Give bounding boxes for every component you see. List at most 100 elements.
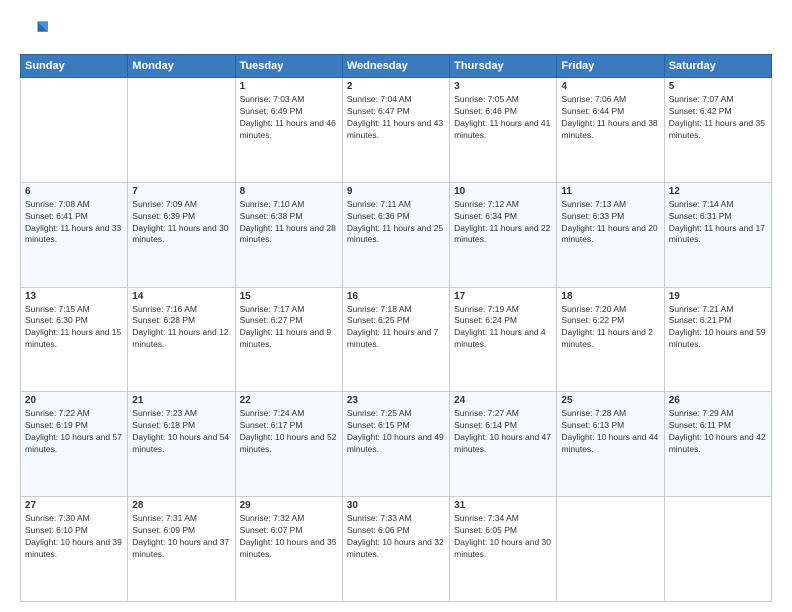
day-number: 22 (240, 395, 338, 406)
day-number: 1 (240, 81, 338, 92)
calendar-cell: 21 Sunrise: 7:23 AM Sunset: 6:18 PM Dayli… (128, 392, 235, 497)
calendar-cell: 24 Sunrise: 7:27 AM Sunset: 6:14 PM Dayli… (450, 392, 557, 497)
day-info: Sunrise: 7:34 AM Sunset: 6:05 PM Dayligh… (454, 513, 552, 561)
calendar-cell (664, 497, 771, 602)
calendar-cell: 31 Sunrise: 7:34 AM Sunset: 6:05 PM Dayli… (450, 497, 557, 602)
day-info: Sunrise: 7:21 AM Sunset: 6:21 PM Dayligh… (669, 304, 767, 352)
calendar-cell: 17 Sunrise: 7:19 AM Sunset: 6:24 PM Dayli… (450, 287, 557, 392)
day-number: 16 (347, 291, 445, 302)
calendar-week-5: 27 Sunrise: 7:30 AM Sunset: 6:10 PM Dayli… (21, 497, 772, 602)
calendar-cell: 4 Sunrise: 7:06 AM Sunset: 6:44 PM Daylig… (557, 78, 664, 183)
logo-icon (20, 16, 48, 44)
calendar-week-1: 1 Sunrise: 7:03 AM Sunset: 6:49 PM Daylig… (21, 78, 772, 183)
day-number: 28 (132, 500, 230, 511)
day-info: Sunrise: 7:03 AM Sunset: 6:49 PM Dayligh… (240, 94, 338, 142)
weekday-header-saturday: Saturday (664, 55, 771, 78)
day-info: Sunrise: 7:14 AM Sunset: 6:31 PM Dayligh… (669, 199, 767, 247)
calendar-cell: 20 Sunrise: 7:22 AM Sunset: 6:19 PM Dayli… (21, 392, 128, 497)
day-number: 4 (561, 81, 659, 92)
day-info: Sunrise: 7:16 AM Sunset: 6:28 PM Dayligh… (132, 304, 230, 352)
day-info: Sunrise: 7:13 AM Sunset: 6:33 PM Dayligh… (561, 199, 659, 247)
day-number: 21 (132, 395, 230, 406)
calendar-cell (128, 78, 235, 183)
day-info: Sunrise: 7:29 AM Sunset: 6:11 PM Dayligh… (669, 408, 767, 456)
calendar-cell: 19 Sunrise: 7:21 AM Sunset: 6:21 PM Dayli… (664, 287, 771, 392)
day-number: 13 (25, 291, 123, 302)
calendar-cell: 15 Sunrise: 7:17 AM Sunset: 6:27 PM Dayli… (235, 287, 342, 392)
day-info: Sunrise: 7:09 AM Sunset: 6:39 PM Dayligh… (132, 199, 230, 247)
calendar-cell (557, 497, 664, 602)
day-info: Sunrise: 7:27 AM Sunset: 6:14 PM Dayligh… (454, 408, 552, 456)
day-info: Sunrise: 7:24 AM Sunset: 6:17 PM Dayligh… (240, 408, 338, 456)
day-info: Sunrise: 7:18 AM Sunset: 6:25 PM Dayligh… (347, 304, 445, 352)
calendar-cell: 16 Sunrise: 7:18 AM Sunset: 6:25 PM Dayli… (342, 287, 449, 392)
day-info: Sunrise: 7:19 AM Sunset: 6:24 PM Dayligh… (454, 304, 552, 352)
day-info: Sunrise: 7:04 AM Sunset: 6:47 PM Dayligh… (347, 94, 445, 142)
calendar-cell: 13 Sunrise: 7:15 AM Sunset: 6:30 PM Dayli… (21, 287, 128, 392)
calendar-cell: 14Sunrise: 7:16 AM Sunset: 6:28 PM Dayli… (128, 287, 235, 392)
calendar-cell: 28 Sunrise: 7:31 AM Sunset: 6:09 PM Dayli… (128, 497, 235, 602)
calendar-table: SundayMondayTuesdayWednesdayThursdayFrid… (20, 54, 772, 602)
day-info: Sunrise: 7:23 AM Sunset: 6:18 PM Dayligh… (132, 408, 230, 456)
calendar-cell: 25Sunrise: 7:28 AM Sunset: 6:13 PM Dayli… (557, 392, 664, 497)
day-number: 24 (454, 395, 552, 406)
day-number: 11 (561, 186, 659, 197)
day-number: 12 (669, 186, 767, 197)
day-info: Sunrise: 7:05 AM Sunset: 6:46 PM Dayligh… (454, 94, 552, 142)
calendar-cell: 27 Sunrise: 7:30 AM Sunset: 6:10 PM Dayli… (21, 497, 128, 602)
calendar-cell: 29Sunrise: 7:32 AM Sunset: 6:07 PM Dayli… (235, 497, 342, 602)
calendar-cell: 2 Sunrise: 7:04 AM Sunset: 6:47 PM Daylig… (342, 78, 449, 183)
day-number: 15 (240, 291, 338, 302)
day-number: 2 (347, 81, 445, 92)
day-number: 18 (561, 291, 659, 302)
day-number: 31 (454, 500, 552, 511)
calendar-header-row: SundayMondayTuesdayWednesdayThursdayFrid… (21, 55, 772, 78)
day-info: Sunrise: 7:25 AM Sunset: 6:15 PM Dayligh… (347, 408, 445, 456)
day-number: 25 (561, 395, 659, 406)
calendar-cell: 10Sunrise: 7:12 AM Sunset: 6:34 PM Dayli… (450, 182, 557, 287)
day-info: Sunrise: 7:06 AM Sunset: 6:44 PM Dayligh… (561, 94, 659, 142)
day-number: 3 (454, 81, 552, 92)
day-info: Sunrise: 7:33 AM Sunset: 6:06 PM Dayligh… (347, 513, 445, 561)
day-number: 19 (669, 291, 767, 302)
day-info: Sunrise: 7:10 AM Sunset: 6:38 PM Dayligh… (240, 199, 338, 247)
day-info: Sunrise: 7:30 AM Sunset: 6:10 PM Dayligh… (25, 513, 123, 561)
day-number: 30 (347, 500, 445, 511)
day-number: 9 (347, 186, 445, 197)
calendar-cell: 7 Sunrise: 7:09 AM Sunset: 6:39 PM Daylig… (128, 182, 235, 287)
day-number: 29 (240, 500, 338, 511)
day-info: Sunrise: 7:11 AM Sunset: 6:36 PM Dayligh… (347, 199, 445, 247)
weekday-header-monday: Monday (128, 55, 235, 78)
day-number: 5 (669, 81, 767, 92)
weekday-header-tuesday: Tuesday (235, 55, 342, 78)
weekday-header-wednesday: Wednesday (342, 55, 449, 78)
calendar-cell: 1 Sunrise: 7:03 AM Sunset: 6:49 PM Daylig… (235, 78, 342, 183)
calendar-cell: 8 Sunrise: 7:10 AM Sunset: 6:38 PM Daylig… (235, 182, 342, 287)
day-number: 17 (454, 291, 552, 302)
day-number: 8 (240, 186, 338, 197)
day-info: Sunrise: 7:15 AM Sunset: 6:30 PM Dayligh… (25, 304, 123, 352)
calendar-cell: 11 Sunrise: 7:13 AM Sunset: 6:33 PM Dayli… (557, 182, 664, 287)
day-number: 7 (132, 186, 230, 197)
calendar-cell: 23 Sunrise: 7:25 AM Sunset: 6:15 PM Dayli… (342, 392, 449, 497)
day-number: 26 (669, 395, 767, 406)
calendar-cell: 22 Sunrise: 7:24 AM Sunset: 6:17 PM Dayli… (235, 392, 342, 497)
day-info: Sunrise: 7:31 AM Sunset: 6:09 PM Dayligh… (132, 513, 230, 561)
calendar-cell: 5Sunrise: 7:07 AM Sunset: 6:42 PM Daylig… (664, 78, 771, 183)
day-number: 23 (347, 395, 445, 406)
day-info: Sunrise: 7:22 AM Sunset: 6:19 PM Dayligh… (25, 408, 123, 456)
page: SundayMondayTuesdayWednesdayThursdayFrid… (0, 0, 792, 612)
calendar-cell: 9 Sunrise: 7:11 AM Sunset: 6:36 PM Daylig… (342, 182, 449, 287)
day-number: 27 (25, 500, 123, 511)
day-info: Sunrise: 7:08 AM Sunset: 6:41 PM Dayligh… (25, 199, 123, 247)
calendar-cell: 3 Sunrise: 7:05 AM Sunset: 6:46 PM Daylig… (450, 78, 557, 183)
weekday-header-friday: Friday (557, 55, 664, 78)
day-info: Sunrise: 7:12 AM Sunset: 6:34 PM Dayligh… (454, 199, 552, 247)
calendar-cell: 12 Sunrise: 7:14 AM Sunset: 6:31 PM Dayli… (664, 182, 771, 287)
logo (20, 16, 52, 44)
calendar-cell (21, 78, 128, 183)
calendar-week-3: 13 Sunrise: 7:15 AM Sunset: 6:30 PM Dayli… (21, 287, 772, 392)
day-info: Sunrise: 7:17 AM Sunset: 6:27 PM Dayligh… (240, 304, 338, 352)
day-number: 20 (25, 395, 123, 406)
calendar-cell: 30 Sunrise: 7:33 AM Sunset: 6:06 PM Dayli… (342, 497, 449, 602)
